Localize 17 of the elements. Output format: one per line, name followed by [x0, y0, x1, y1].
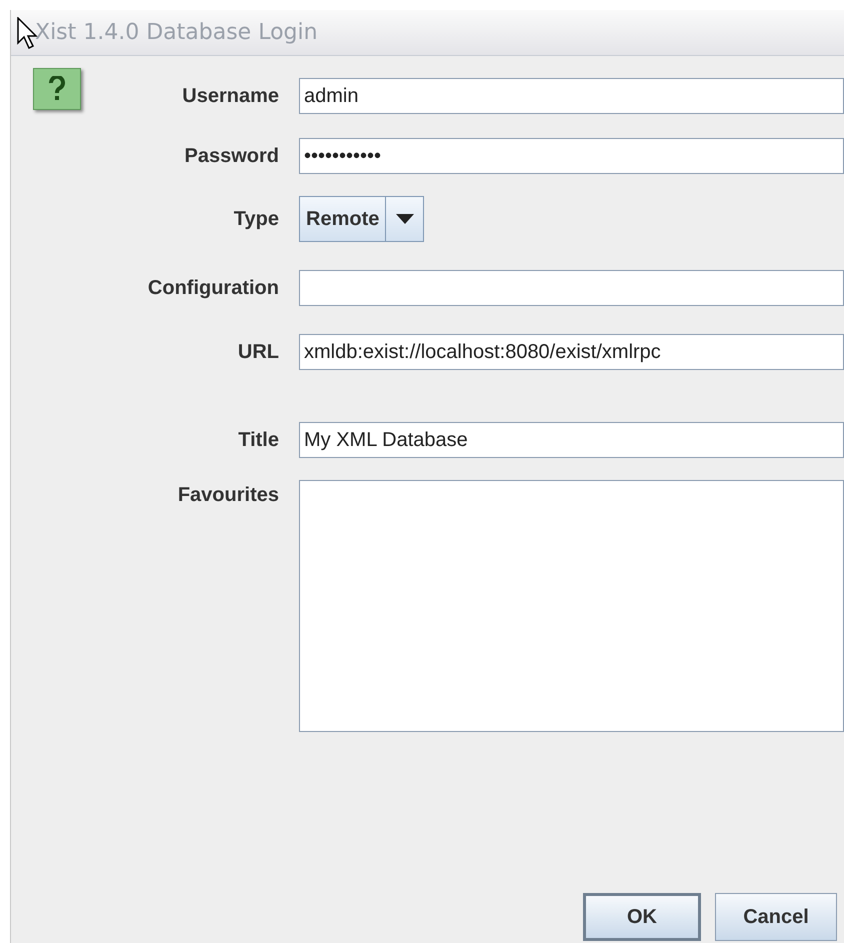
- text-field[interactable]: My XML Database: [299, 422, 844, 458]
- field-label: URL: [236, 340, 280, 365]
- dialog-button[interactable]: OK: [583, 893, 701, 941]
- field-label: Favourites: [176, 483, 280, 508]
- text-field[interactable]: admin: [299, 78, 844, 114]
- field-label: Password: [184, 144, 280, 169]
- text-field[interactable]: •••••••••••: [299, 138, 844, 174]
- field-label: Type: [232, 207, 280, 232]
- window-title: Xist 1.4.0 Database Login: [35, 19, 318, 47]
- text-field[interactable]: [299, 270, 844, 306]
- help-icon: [33, 68, 81, 110]
- dialog-button[interactable]: Cancel: [715, 893, 837, 941]
- field-label: Configuration: [146, 276, 280, 301]
- field-label: Title: [237, 428, 280, 453]
- text-field[interactable]: xmldb:exist://localhost:8080/exist/xmlrpc: [299, 334, 844, 370]
- field-label: Username: [181, 84, 280, 109]
- type-dropdown[interactable]: Remote: [299, 196, 424, 242]
